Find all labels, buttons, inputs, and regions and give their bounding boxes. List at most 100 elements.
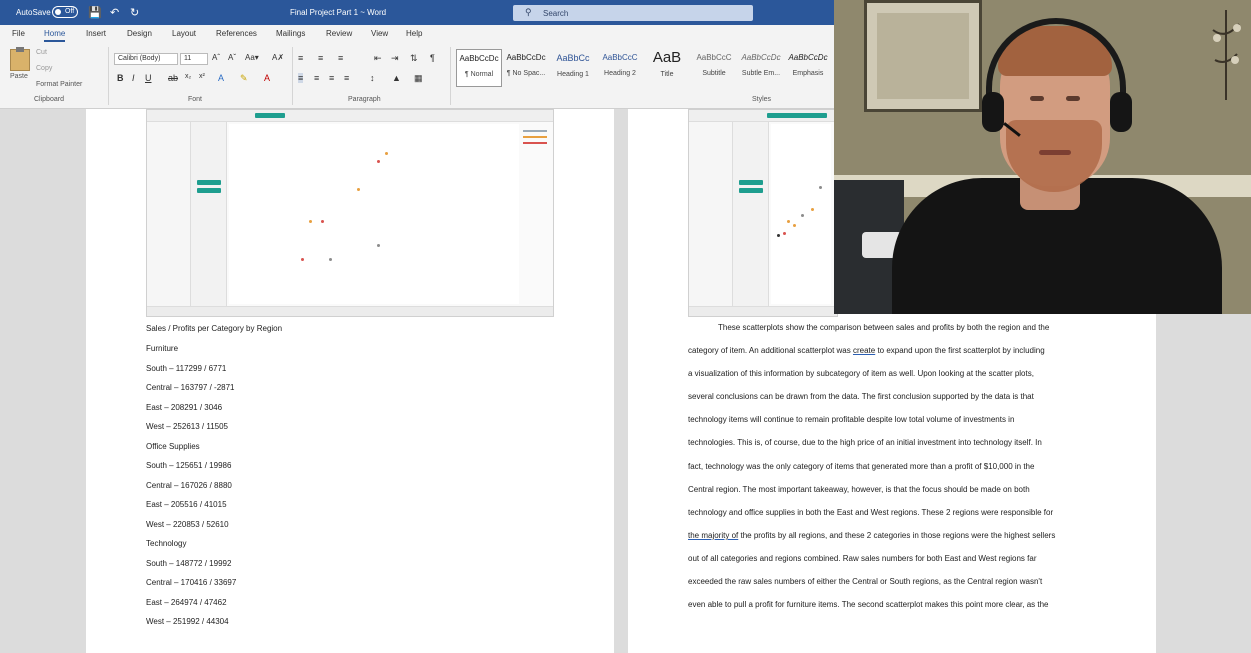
wall-picture: [877, 13, 969, 99]
font-group-label: Font: [188, 96, 203, 103]
style-name: Subtle Em...: [741, 70, 781, 77]
style-sample: AaBbCcDc: [788, 53, 828, 62]
scatter-point: [377, 244, 380, 247]
tab-mailings[interactable]: Mailings: [276, 29, 305, 38]
tab-home[interactable]: Home: [44, 29, 66, 42]
change-case-icon[interactable]: Aa▾: [245, 53, 259, 62]
numbering-icon[interactable]: ≡: [318, 53, 323, 63]
highlight-icon[interactable]: ✎: [240, 73, 248, 84]
cut-button[interactable]: Cut: [36, 49, 47, 56]
tab-view[interactable]: View: [371, 29, 388, 38]
align-right-icon[interactable]: ≡: [329, 73, 334, 83]
style-title[interactable]: AaB Title: [644, 49, 690, 87]
subscript-icon[interactable]: x₂: [185, 73, 191, 80]
page-left[interactable]: Sales / Profits per Category by Region F…: [86, 109, 614, 653]
shelf-pill: [255, 113, 285, 118]
divider: [108, 47, 109, 105]
legend-entry: [523, 130, 547, 132]
search-input[interactable]: ⚲ Search: [513, 5, 753, 21]
tab-layout[interactable]: Layout: [172, 29, 196, 38]
underline-icon[interactable]: U: [145, 73, 152, 83]
embedded-screenshot-chart-2[interactable]: [688, 109, 838, 317]
style-subtle-emphasis[interactable]: AaBbCcDc Subtle Em...: [738, 49, 784, 87]
paste-icon[interactable]: [10, 47, 30, 71]
search-icon: ⚲: [525, 7, 532, 17]
style-heading-1[interactable]: AaBbCc Heading 1: [550, 49, 596, 87]
font-family-select[interactable]: Calibri (Body): [114, 53, 178, 65]
tab-file[interactable]: File: [12, 29, 25, 38]
align-center-icon[interactable]: ≡: [314, 73, 319, 83]
scatter-point: [783, 232, 786, 235]
screenshot-marks-pane: [191, 122, 227, 306]
shading-icon[interactable]: ▲: [392, 73, 401, 83]
style-no-spacing[interactable]: AaBbCcDc ¶ No Spac...: [503, 49, 549, 87]
scatter-point: [301, 258, 304, 261]
screenshot-toolbar: [147, 110, 553, 122]
scatter-point: [801, 214, 804, 217]
superscript-icon[interactable]: x²: [199, 73, 205, 80]
data-line: Central – 170416 / 33697: [146, 578, 237, 587]
save-icon[interactable]: 💾: [88, 6, 102, 19]
body-text-line: fact, technology was the only category o…: [688, 462, 1035, 471]
style-sample: AaB: [652, 49, 682, 66]
font-size-select[interactable]: 11: [180, 53, 208, 65]
screenshot-statusbar: [147, 306, 553, 316]
embedded-screenshot-chart[interactable]: [146, 109, 554, 317]
tab-design[interactable]: Design: [127, 29, 152, 38]
justify-icon[interactable]: ≡: [344, 73, 349, 83]
scatter-point: [819, 186, 822, 189]
bullets-icon[interactable]: ≡: [298, 53, 303, 63]
italic-icon[interactable]: I: [132, 73, 135, 83]
style-sample: AaBbCcC: [696, 53, 732, 62]
style-heading-2[interactable]: AaBbCcC Heading 2: [597, 49, 643, 87]
scatter-point: [321, 220, 324, 223]
data-line: West – 251992 / 44304: [146, 617, 229, 626]
increase-indent-icon[interactable]: ⇥: [391, 53, 399, 64]
scatter-point: [811, 208, 814, 211]
copy-button[interactable]: Copy: [36, 65, 52, 72]
paste-button[interactable]: Paste: [10, 73, 28, 80]
data-line: West – 220853 / 52610: [146, 520, 229, 529]
style-subtitle[interactable]: AaBbCcC Subtitle: [691, 49, 737, 87]
data-line: South – 117299 / 6771: [146, 364, 227, 373]
sort-icon[interactable]: ⇅: [410, 53, 418, 64]
category-furniture: Furniture: [146, 344, 179, 353]
screenshot-toolbar: [689, 110, 837, 122]
show-marks-icon[interactable]: ¶: [430, 53, 435, 63]
body-text-line: technologies. This is, of course, due to…: [688, 438, 1042, 447]
data-line: Central – 163797 / -2871: [146, 383, 235, 392]
style-normal[interactable]: AaBbCcDc ¶ Normal: [456, 49, 502, 87]
multilevel-list-icon[interactable]: ≡: [338, 53, 343, 63]
text-effects-icon[interactable]: A: [218, 73, 224, 83]
redo-icon[interactable]: ↻: [130, 6, 139, 19]
line-spacing-icon[interactable]: ↕: [370, 73, 375, 83]
bold-icon[interactable]: B: [117, 73, 124, 83]
undo-icon[interactable]: ↶: [110, 6, 119, 19]
data-line: East – 205516 / 41015: [146, 500, 227, 509]
body-text-line: exceeded the raw sales numbers of either…: [688, 577, 1043, 586]
borders-icon[interactable]: ▦: [414, 73, 423, 84]
decrease-indent-icon[interactable]: ⇤: [374, 53, 382, 64]
section-heading: Sales / Profits per Category by Region: [146, 324, 283, 333]
scatter-plot-area: [229, 124, 519, 304]
tab-help[interactable]: Help: [406, 29, 422, 38]
tab-review[interactable]: Review: [326, 29, 352, 38]
category-technology: Technology: [146, 539, 187, 548]
autosave-toggle[interactable]: Off: [52, 6, 78, 18]
style-sample: AaBbCcC: [602, 53, 638, 62]
autosave-state: Off: [65, 8, 75, 15]
strikethrough-icon[interactable]: ab: [168, 73, 178, 83]
format-painter-button[interactable]: Format Painter: [36, 81, 82, 88]
tab-references[interactable]: References: [216, 29, 257, 38]
body-text-line: technology and office supplies in both t…: [688, 508, 1054, 517]
clear-format-icon[interactable]: A✗: [272, 53, 284, 62]
style-emphasis[interactable]: AaBbCcDc Emphasis: [785, 49, 831, 87]
tab-insert[interactable]: Insert: [86, 29, 106, 38]
marks-pill: [197, 180, 221, 185]
shrink-font-icon[interactable]: Aˇ: [228, 53, 236, 62]
align-left-icon[interactable]: ≡: [298, 73, 304, 83]
data-line: West – 252613 / 11505: [146, 422, 228, 431]
data-line: South – 148772 / 19992: [146, 559, 232, 568]
font-color-icon[interactable]: A: [264, 73, 270, 83]
grow-font-icon[interactable]: Aˆ: [212, 53, 220, 62]
